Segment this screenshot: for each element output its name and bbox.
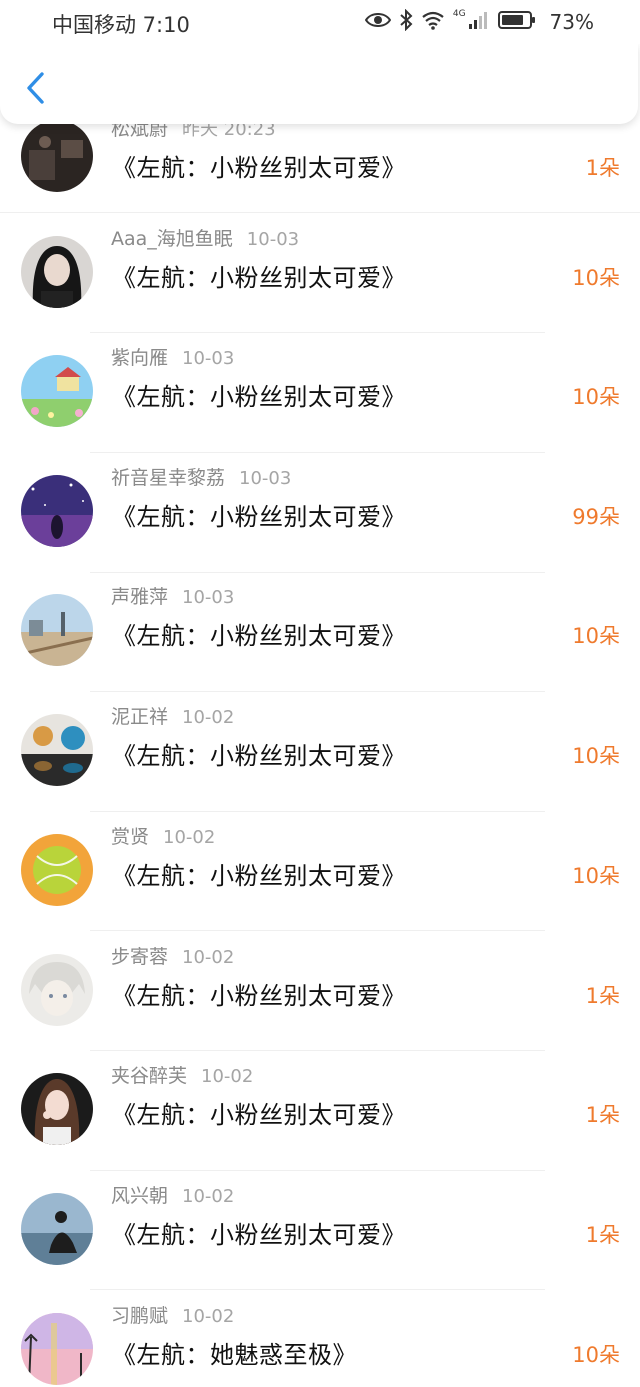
book-title: 《左航：小粉丝别太可爱》 (112, 862, 406, 890)
status-icons: 4G 73% (364, 8, 594, 36)
divider (90, 811, 545, 812)
timestamp: 10-02 (201, 1066, 254, 1087)
avatar (21, 120, 93, 192)
user-name: Aaa_海旭鱼眠 10-03 (111, 228, 300, 250)
header-bar (0, 44, 638, 124)
list-item[interactable]: 夹谷醉芙 10-02 《左航：小粉丝别太可爱》 1朵 (0, 1065, 640, 1192)
chevron-left-icon (24, 71, 46, 109)
flower-count: 10朵 (572, 864, 620, 888)
network-badge: 4G (452, 8, 466, 19)
user-name: 泥正祥 10-02 (111, 706, 235, 728)
book-title: 《左航：小粉丝别太可爱》 (112, 742, 406, 770)
avatar (21, 594, 93, 666)
divider (90, 1170, 545, 1171)
avatar (21, 1313, 93, 1385)
divider (90, 1289, 545, 1290)
flower-count: 1朵 (585, 1223, 620, 1247)
book-title: 《左航：小粉丝别太可爱》 (112, 503, 406, 531)
list-item[interactable]: 祈音星幸黎荔 10-03 《左航：小粉丝别太可爱》 99朵 (0, 467, 640, 594)
list-item[interactable]: 紫向雁 10-03 《左航：小粉丝别太可爱》 10朵 (0, 347, 640, 474)
user-name: 步寄蓉 10-02 (111, 946, 235, 968)
user-name: 夹谷醉芙 10-02 (111, 1065, 254, 1087)
book-title: 《左航：她魅惑至极》 (112, 1341, 357, 1369)
divider (0, 212, 640, 213)
list-item[interactable]: 松斌蔚 昨天 20:23 《左航：小粉丝别太可爱》 1朵 (0, 118, 640, 245)
eye-icon (364, 11, 392, 33)
timestamp: 10-02 (163, 827, 216, 848)
list-item[interactable]: 声雅萍 10-03 《左航：小粉丝别太可爱》 10朵 (0, 586, 640, 713)
flower-count: 1朵 (585, 1103, 620, 1127)
list-item[interactable]: 习鹏赋 10-02 《左航：她魅惑至极》 10朵 (0, 1305, 640, 1387)
avatar (21, 954, 93, 1026)
flower-count: 10朵 (572, 1343, 620, 1367)
timestamp: 10-03 (182, 587, 235, 608)
avatar (21, 475, 93, 547)
flower-count: 10朵 (572, 744, 620, 768)
timestamp: 10-03 (182, 348, 235, 369)
user-name: 习鹏赋 10-02 (111, 1305, 235, 1327)
timestamp: 10-02 (182, 1306, 235, 1327)
divider (90, 1050, 545, 1051)
book-title: 《左航：小粉丝别太可爱》 (112, 1221, 406, 1249)
avatar (21, 1193, 93, 1265)
avatar (21, 355, 93, 427)
flower-count: 1朵 (585, 984, 620, 1008)
avatar (21, 834, 93, 906)
divider (90, 930, 545, 931)
user-name: 紫向雁 10-03 (111, 347, 235, 369)
user-name: 声雅萍 10-03 (111, 586, 235, 608)
divider (90, 452, 545, 453)
signal-icon (468, 10, 490, 34)
wifi-icon (421, 10, 445, 34)
user-name: 祈音星幸黎荔 10-03 (111, 467, 292, 489)
divider (90, 572, 545, 573)
flower-count: 10朵 (572, 385, 620, 409)
book-title: 《左航：小粉丝别太可爱》 (112, 154, 406, 182)
list-item[interactable]: Aaa_海旭鱼眠 10-03 《左航：小粉丝别太可爱》 10朵 (0, 228, 640, 355)
timestamp: 10-02 (182, 707, 235, 728)
flower-count: 10朵 (572, 266, 620, 290)
list-item[interactable]: 泥正祥 10-02 《左航：小粉丝别太可爱》 10朵 (0, 706, 640, 833)
back-button[interactable] (18, 72, 52, 108)
book-title: 《左航：小粉丝别太可爱》 (112, 264, 406, 292)
timestamp: 10-03 (239, 468, 292, 489)
battery-percent: 73% (549, 10, 594, 34)
list-item[interactable]: 赏贤 10-02 《左航：小粉丝别太可爱》 10朵 (0, 826, 640, 953)
book-title: 《左航：小粉丝别太可爱》 (112, 383, 406, 411)
status-bar: 中国移动 7:10 4G 73% (0, 0, 640, 44)
flower-count: 10朵 (572, 624, 620, 648)
list-item[interactable]: 步寄蓉 10-02 《左航：小粉丝别太可爱》 1朵 (0, 946, 640, 1073)
avatar (21, 236, 93, 308)
timestamp: 10-02 (182, 947, 235, 968)
flower-count: 99朵 (572, 505, 620, 529)
user-name: 赏贤 10-02 (111, 826, 216, 848)
timestamp: 10-03 (246, 229, 300, 250)
flower-count: 1朵 (585, 156, 620, 180)
avatar (21, 714, 93, 786)
divider (90, 691, 545, 692)
carrier-time: 中国移动 7:10 (52, 13, 190, 37)
timestamp: 10-02 (182, 1186, 235, 1207)
bluetooth-icon (399, 8, 413, 35)
battery-icon (497, 10, 536, 34)
book-title: 《左航：小粉丝别太可爱》 (112, 622, 406, 650)
user-name: 风兴朝 10-02 (111, 1185, 235, 1207)
book-title: 《左航：小粉丝别太可爱》 (112, 1101, 406, 1129)
list-item[interactable]: 风兴朝 10-02 《左航：小粉丝别太可爱》 1朵 (0, 1185, 640, 1312)
divider (90, 332, 545, 333)
gift-list: 松斌蔚 昨天 20:23 《左航：小粉丝别太可爱》 1朵 Aaa_海旭鱼眠 10-0… (0, 0, 640, 1387)
avatar (21, 1073, 93, 1145)
book-title: 《左航：小粉丝别太可爱》 (112, 982, 406, 1010)
